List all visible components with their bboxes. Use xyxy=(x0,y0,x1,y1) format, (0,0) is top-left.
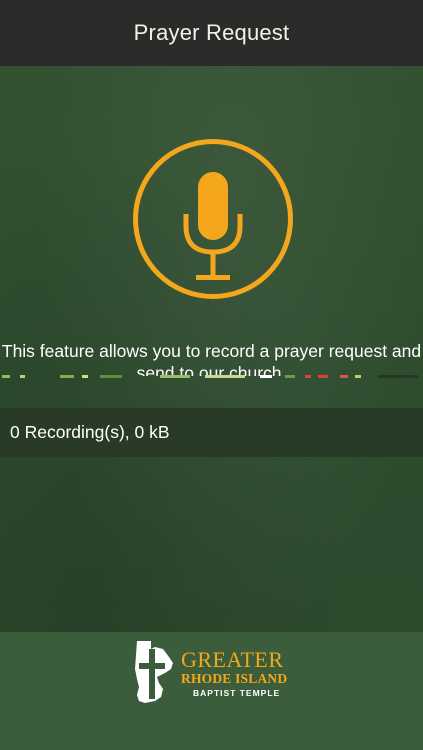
recordings-count: 0 Recording(s), 0 kB xyxy=(10,422,170,442)
feature-description-line2: send to our church. xyxy=(136,363,287,376)
header-bar: Prayer Request xyxy=(0,0,423,66)
logo-text-greater: GREATER xyxy=(181,647,284,672)
cross-map-logo-icon xyxy=(135,641,173,703)
render-artifact-strip xyxy=(0,375,423,379)
logo-text-rhode-island: RHODE ISLAND xyxy=(181,671,288,686)
microphone-icon xyxy=(183,172,243,280)
recordings-list-item[interactable]: 0 Recording(s), 0 kB xyxy=(0,408,423,457)
page-title: Prayer Request xyxy=(133,20,290,45)
logo-text-baptist-temple: BAPTIST TEMPLE xyxy=(193,688,281,698)
app-screen: Prayer Request This feature allows you t… xyxy=(0,0,423,750)
church-logo: GREATER RHODE ISLAND BAPTIST TEMPLE xyxy=(133,637,293,707)
feature-description: This feature allows you to record a pray… xyxy=(1,341,422,361)
record-button[interactable] xyxy=(133,139,293,299)
